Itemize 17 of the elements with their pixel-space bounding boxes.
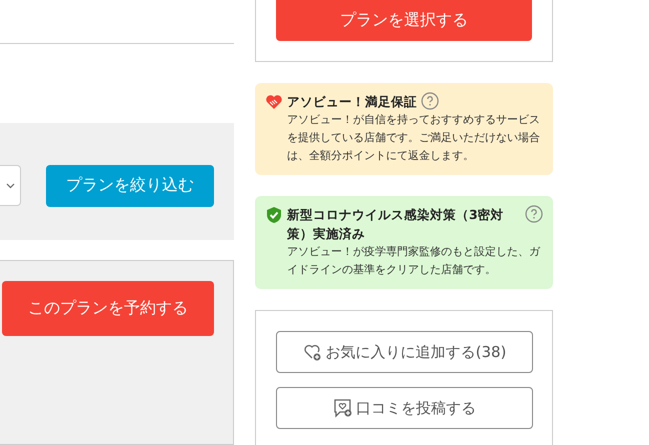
help-icon[interactable] [525, 205, 543, 223]
comment-heart-icon [333, 398, 353, 418]
review-button[interactable]: 口コミを投稿する [276, 387, 533, 429]
filter-button[interactable]: プランを絞り込む [46, 164, 214, 206]
help-icon[interactable] [421, 92, 439, 110]
notice-title: 新型コロナウイルス感染対策（3密対策）実施済み [287, 206, 505, 243]
notice-text: アソビュー！が自信を持っておすすめするサービスを提供している店舗です。ご満足いただけない場合は、全額分ポイントにて返金します。 [286, 112, 541, 164]
shield-check-icon [265, 206, 283, 224]
reserve-button[interactable]: このプランを予約する [2, 281, 214, 336]
notice-title: アソビュー！満足保証 [287, 93, 417, 111]
heart-handshake-icon [265, 93, 283, 111]
notice-text: アソビュー！が疫学専門家監修のもと設定した、ガイドラインの基準をクリアした店舗です。 [286, 244, 542, 278]
chevron-down-icon [6, 182, 14, 188]
select-plan-button[interactable]: プランを選択する [276, 0, 532, 41]
dropdown[interactable] [0, 165, 21, 206]
heart-plus-icon [302, 342, 323, 362]
favorite-button[interactable]: お気に入りに追加する(38) [276, 331, 533, 373]
